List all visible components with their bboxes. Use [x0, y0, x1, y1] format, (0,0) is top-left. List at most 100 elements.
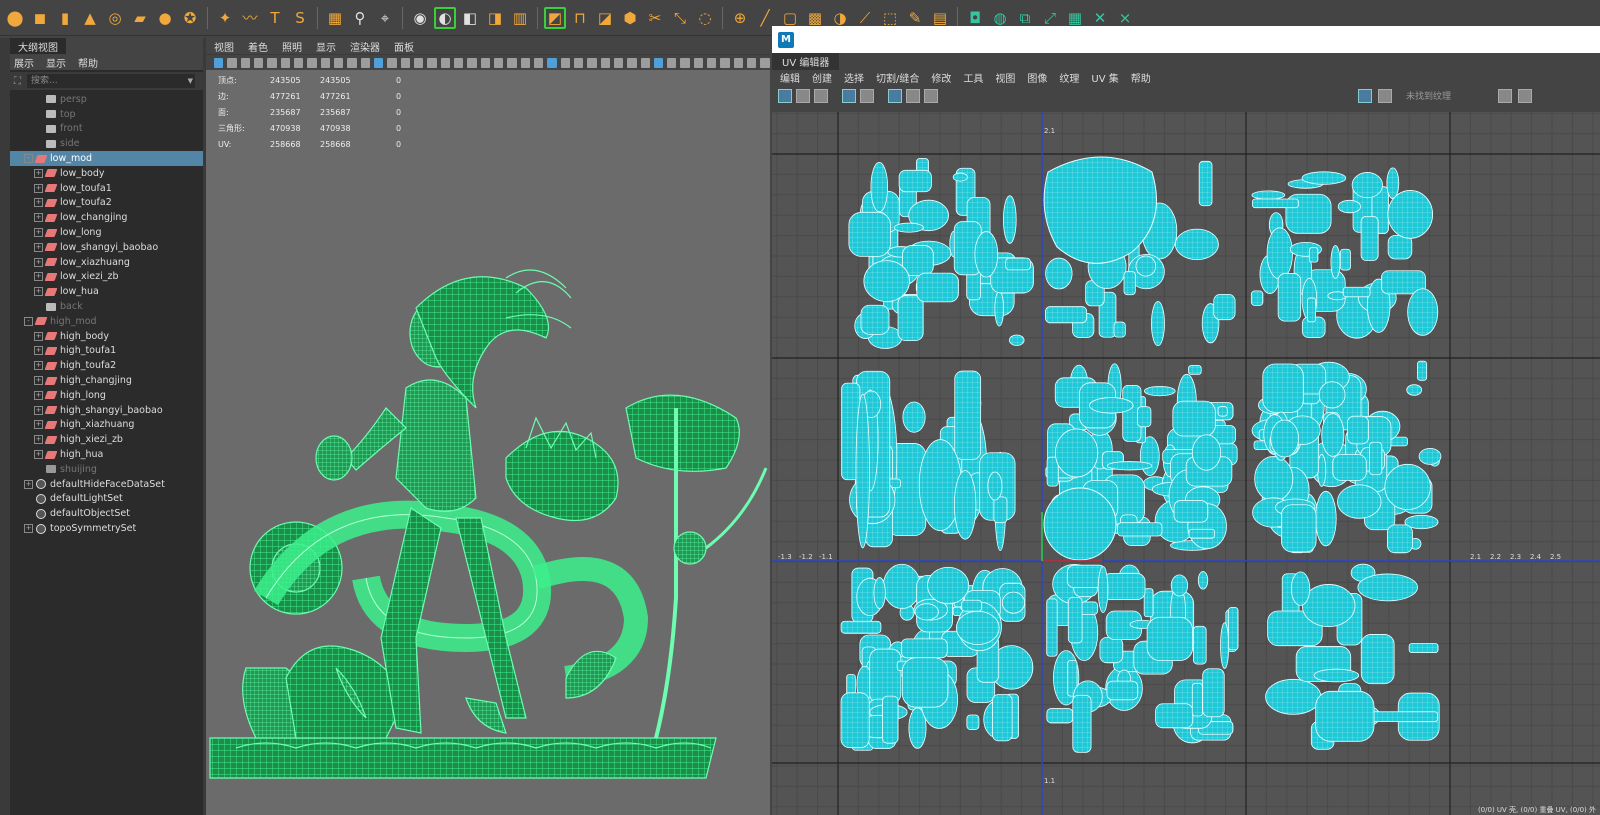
uv-toolbar-button[interactable] [1518, 89, 1532, 103]
uv-shell[interactable] [974, 231, 999, 278]
viewport-toolbar-button[interactable] [613, 57, 624, 68]
viewport-toolbar-button[interactable] [480, 57, 490, 68]
uv-shell[interactable] [897, 295, 924, 342]
uv-menu-item[interactable]: 修改 [931, 70, 951, 85]
viewport-toolbar-button[interactable] [413, 57, 424, 68]
viewport-toolbar-button[interactable] [693, 57, 704, 68]
uv-shell[interactable] [1067, 597, 1083, 644]
uv-shell[interactable] [1191, 683, 1203, 717]
viewport-toolbar-button[interactable] [760, 57, 770, 68]
uv-shell[interactable] [1106, 461, 1153, 471]
viewport-toolbar-button[interactable] [573, 57, 584, 68]
viewport-toolbar-button[interactable] [253, 57, 264, 68]
viewport-toolbar-button[interactable] [747, 57, 757, 68]
uv-canvas[interactable]: -1.3 -1.2 -1.1 2.1 2.2 2.3 2.4 2.5 2.1 1.1 (0/0) … [772, 112, 1600, 815]
viewport-toolbar-button[interactable] [214, 57, 224, 68]
expand-toggle-icon[interactable]: + [34, 450, 43, 460]
viewport-toolbar-button[interactable] [680, 57, 690, 68]
viewport-menu-show[interactable]: 显示 [316, 39, 336, 54]
uv-shell[interactable] [1332, 454, 1367, 481]
outliner-item[interactable]: side [10, 136, 203, 151]
separate-icon[interactable]: ▥ [509, 7, 531, 29]
viewport-toolbar-button[interactable] [640, 57, 650, 68]
uv-shell[interactable] [863, 260, 910, 302]
uv-shell[interactable] [901, 657, 949, 708]
outliner-item[interactable]: front [10, 122, 203, 137]
uv-shell[interactable] [1072, 694, 1092, 753]
camera-icon[interactable] [924, 89, 938, 103]
uv-shell[interactable] [1360, 216, 1379, 261]
uv-shell[interactable] [914, 603, 939, 621]
uv-shell-face[interactable] [1043, 156, 1157, 264]
uv-shell[interactable] [1213, 293, 1236, 321]
outliner-item[interactable]: + low_changjing [10, 210, 203, 225]
viewport-toolbar-button[interactable] [547, 57, 557, 68]
uv-shell[interactable] [1417, 360, 1428, 381]
uv-shell[interactable] [1099, 636, 1124, 664]
expand-toggle-icon[interactable]: + [34, 198, 43, 208]
viewport-toolbar-button[interactable] [533, 57, 544, 68]
uv-shell[interactable] [994, 290, 1005, 327]
viewport-toolbar-button[interactable] [733, 57, 744, 68]
viewport-toolbar-button[interactable] [520, 57, 530, 68]
uv-shell[interactable] [1106, 680, 1139, 701]
uv-shell[interactable] [1143, 385, 1176, 397]
outliner-menu-show[interactable]: 显示 [46, 55, 66, 70]
uv-shell[interactable] [1277, 273, 1302, 322]
outliner-menu-display[interactable]: 展示 [14, 55, 34, 70]
outliner-item[interactable]: + high_hua [10, 447, 203, 462]
uv-shell[interactable] [1102, 573, 1146, 600]
uv-shell[interactable] [952, 172, 968, 182]
uv-shell[interactable] [1342, 286, 1371, 298]
uv-shell[interactable] [1117, 522, 1163, 537]
expand-toggle-icon[interactable]: + [34, 361, 43, 371]
outliner-item[interactable]: + high_shangyi_baobao [10, 403, 203, 418]
svg-icon[interactable]: S [289, 7, 311, 29]
expand-toggle-icon[interactable]: + [34, 183, 43, 193]
uv-shell[interactable] [1407, 288, 1439, 336]
uv-shell[interactable] [1318, 381, 1346, 409]
torus-icon[interactable]: ◎ [104, 7, 126, 29]
uv-shell[interactable] [1188, 365, 1202, 375]
uv-shell[interactable] [1135, 255, 1157, 277]
uv-shell[interactable] [1197, 571, 1209, 590]
viewport-toolbar-button[interactable] [360, 57, 370, 68]
outliner-item[interactable]: + topoSymmetrySet [10, 521, 203, 536]
uv-toolbar-button[interactable] [842, 89, 856, 103]
uv-shell[interactable] [1387, 190, 1434, 239]
outliner-item[interactable]: + high_toufa2 [10, 358, 203, 373]
uv-editor-titlebar[interactable]: M [772, 26, 1600, 53]
uv-shell[interactable] [1174, 228, 1219, 261]
uv-shell[interactable] [1046, 598, 1058, 657]
viewport-toolbar-button[interactable] [280, 57, 290, 68]
uv-shell[interactable] [902, 401, 926, 433]
uv-shell[interactable] [1045, 257, 1073, 290]
expand-toggle-icon[interactable]: - [24, 316, 33, 326]
viewport-toolbar-button[interactable] [493, 57, 504, 68]
uv-toolbar-button[interactable] [888, 89, 902, 103]
viewport-toolbar-button[interactable] [400, 57, 410, 68]
uv-shell[interactable] [1290, 571, 1311, 606]
uv-shell[interactable] [1408, 643, 1439, 654]
uv-shell[interactable] [1360, 634, 1395, 685]
combine-icon[interactable]: ◧ [459, 7, 481, 29]
expand-toggle-icon[interactable]: + [24, 524, 33, 533]
uv-menu-item[interactable]: 编辑 [780, 70, 800, 85]
viewport-toolbar-button[interactable] [507, 57, 517, 68]
expand-toggle-icon[interactable]: + [34, 420, 43, 430]
viewport-toolbar-button[interactable] [293, 57, 304, 68]
outliner-item[interactable]: + high_xiazhuang [10, 418, 203, 433]
viewport-toolbar-button[interactable] [627, 57, 637, 68]
uv-menu-item[interactable]: 纹理 [1059, 70, 1079, 85]
uv-shell[interactable] [1228, 607, 1239, 651]
outliner-item[interactable]: + low_hua [10, 284, 203, 299]
viewport-toolbar-button[interactable] [387, 57, 397, 68]
uv-shell[interactable] [1339, 248, 1351, 271]
outliner-item[interactable]: + low_body [10, 166, 203, 181]
uv-shell[interactable] [1008, 334, 1025, 346]
viewport-toolbar-button[interactable] [667, 57, 677, 68]
outliner-item[interactable]: top [10, 107, 203, 122]
uv-shell[interactable] [1054, 428, 1099, 478]
uv-shell[interactable] [1369, 441, 1383, 476]
outliner-item[interactable]: + high_xiezi_zb [10, 432, 203, 447]
